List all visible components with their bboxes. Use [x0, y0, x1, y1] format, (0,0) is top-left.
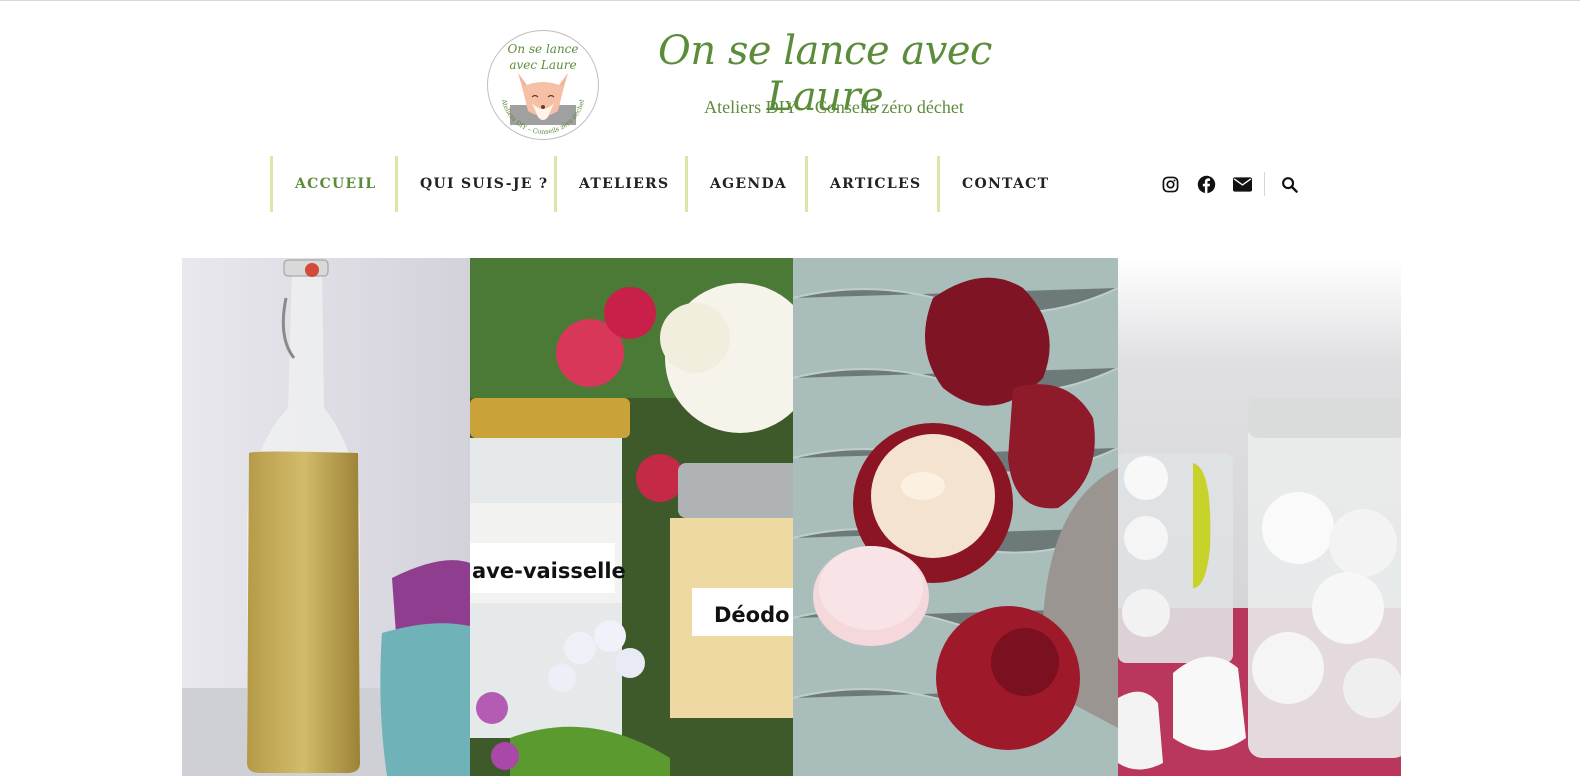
- hero-image-bottle[interactable]: [182, 258, 470, 776]
- hero-gallery: ave-vaisselle Déodo: [182, 258, 1401, 776]
- logo-line1: On se lance: [508, 42, 579, 56]
- facebook-icon[interactable]: [1196, 174, 1216, 194]
- nav-item-accueil[interactable]: ACCUEIL: [270, 156, 397, 212]
- nav-item-agenda[interactable]: AGENDA: [685, 156, 806, 212]
- nav-item-contact[interactable]: CONTACT: [937, 156, 1067, 212]
- nav-item-qui-suis-je[interactable]: QUI SUIS-JE ?: [395, 156, 555, 212]
- nav-item-ateliers[interactable]: ATELIERS: [554, 156, 686, 212]
- instagram-icon[interactable]: [1160, 174, 1180, 194]
- hero-image-tablets[interactable]: [1118, 258, 1401, 776]
- jar-label-right: Déodo: [714, 603, 790, 627]
- header-icons: [1160, 172, 1299, 196]
- email-icon[interactable]: [1232, 174, 1252, 194]
- search-icon[interactable]: [1279, 174, 1299, 194]
- hero-image-jars-flowers[interactable]: ave-vaisselle Déodo: [470, 258, 793, 776]
- nav-item-articles[interactable]: ARTICLES: [805, 156, 938, 212]
- jar-label-left: ave-vaisselle: [472, 559, 626, 583]
- logo-line2: avec Laure: [509, 58, 576, 72]
- site-tagline: Ateliers DIY – Conseils zéro déchet: [704, 97, 964, 117]
- top-border: [0, 0, 1580, 1]
- icons-divider: [1264, 172, 1265, 196]
- hero-image-cream-roses[interactable]: [793, 258, 1118, 776]
- site-logo[interactable]: On se lance avec Laure Ateliers DIY – Co…: [487, 30, 599, 140]
